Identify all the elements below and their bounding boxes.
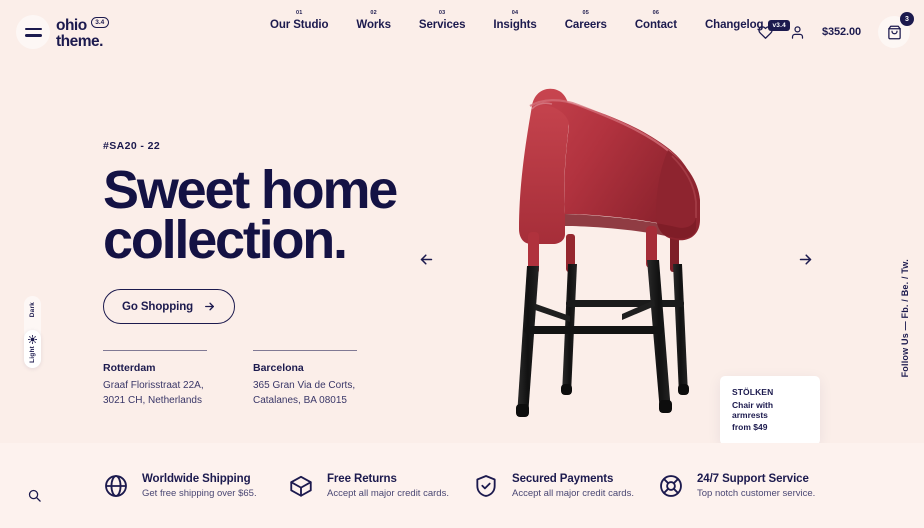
features-list: Worldwide Shipping Get free shipping ove… xyxy=(103,473,843,499)
product-description: Chair with armrests xyxy=(732,400,774,420)
feature-title: Secured Payments xyxy=(512,472,614,485)
carousel-next-button[interactable] xyxy=(791,245,819,273)
cart-total: $352.00 xyxy=(821,26,861,38)
feature-text: Worldwide Shipping Get free shipping ove… xyxy=(142,473,257,499)
nav-label: Services xyxy=(418,19,466,31)
nav-number: 06 xyxy=(652,10,660,16)
arrow-right-icon xyxy=(205,303,215,311)
nav-label: Careers xyxy=(564,19,607,31)
feature-text: Secured Payments Accept all major credit… xyxy=(512,473,634,499)
search-button[interactable] xyxy=(24,485,44,505)
theme-toggle[interactable]: Dark Light xyxy=(24,296,41,368)
feature-free-returns[interactable]: Free Returns Accept all major credit car… xyxy=(288,473,473,499)
address-line-2: Catalanes, BA 08015 xyxy=(253,395,347,407)
search-icon xyxy=(28,489,41,502)
hamburger-menu-button[interactable] xyxy=(16,15,50,49)
feature-worldwide-shipping[interactable]: Worldwide Shipping Get free shipping ove… xyxy=(103,473,288,499)
lifebuoy-icon xyxy=(658,473,684,499)
shopping-bag-icon xyxy=(887,25,901,39)
feature-subtitle: Accept all major credit cards. xyxy=(512,487,634,499)
logo-top-row: ohio 3.4 xyxy=(56,17,109,34)
page-root: ohio 3.4 theme. 01 Our Studio 02 Works 0… xyxy=(0,0,924,528)
store-addresses: Rotterdam Graaf Florisstraat 22A, 3021 C… xyxy=(103,350,396,409)
nav-item-careers[interactable]: 05 Careers xyxy=(551,10,621,31)
feature-text: 24/7 Support Service Top notch customer … xyxy=(697,473,815,499)
site-header: ohio 3.4 theme. 01 Our Studio 02 Works 0… xyxy=(0,0,924,64)
nav-item-contact[interactable]: 06 Contact xyxy=(621,10,691,31)
user-icon[interactable] xyxy=(790,25,805,40)
nav-label: Our Studio xyxy=(270,19,329,31)
nav-item-insights[interactable]: 04 Insights xyxy=(479,10,550,31)
address-city: Rotterdam xyxy=(103,362,156,375)
hamburger-icon-line-1 xyxy=(24,27,42,30)
nav-label: Insights xyxy=(493,19,537,31)
logo-version-badge: 3.4 xyxy=(90,17,109,29)
address-divider xyxy=(103,350,207,352)
arrow-left-icon xyxy=(420,253,432,265)
social-follow-links[interactable]: Follow Us — Fb. / Be. / Tw. xyxy=(900,259,910,377)
header-actions: $352.00 3 xyxy=(758,12,914,48)
feature-subtitle: Accept all major credit cards. xyxy=(327,487,449,499)
hero-headline-line-1: Sweet home xyxy=(103,160,398,220)
go-shopping-label: Go Shopping xyxy=(122,300,194,313)
carousel-prev-button[interactable] xyxy=(412,245,440,273)
nav-number: 01 xyxy=(295,10,303,16)
hero-headline: Sweet home collection. xyxy=(103,160,398,271)
address-line-1: 365 Gran Via de Corts, xyxy=(253,380,356,392)
feature-support-service[interactable]: 24/7 Support Service Top notch customer … xyxy=(658,473,843,499)
go-shopping-button[interactable]: Go Shopping xyxy=(103,289,236,325)
main-navigation: 01 Our Studio 02 Works 03 Services 04 In… xyxy=(256,10,790,31)
feature-subtitle: Top notch customer service. xyxy=(697,487,816,499)
theme-toggle-dark-label: Dark xyxy=(29,302,36,318)
hero-copy: #SA20 - 22 Sweet home collection. Go Sho… xyxy=(103,140,398,409)
hero-section: #SA20 - 22 Sweet home collection. Go Sho… xyxy=(0,64,924,445)
cart-button[interactable]: 3 xyxy=(878,12,914,48)
feature-title: Free Returns xyxy=(327,472,397,485)
feature-title: 24/7 Support Service xyxy=(697,472,809,485)
nav-item-services[interactable]: 03 Services xyxy=(405,10,480,31)
cart-count-badge: 3 xyxy=(900,12,914,26)
nav-number: 04 xyxy=(511,10,519,16)
logo[interactable]: ohio 3.4 theme. xyxy=(56,17,109,50)
shield-check-icon xyxy=(473,473,499,499)
logo-word-ohio: ohio xyxy=(56,17,87,34)
feature-secured-payments[interactable]: Secured Payments Accept all major credit… xyxy=(473,473,658,499)
nav-label: Changelog xyxy=(704,19,764,31)
product-info-card[interactable]: STÖLKEN Chair with armrests from $49 xyxy=(720,376,820,445)
theme-toggle-light-label: Light xyxy=(29,346,36,363)
sun-icon xyxy=(28,335,37,345)
hamburger-icon-line-2 xyxy=(24,34,42,37)
arrow-right-icon xyxy=(799,253,811,265)
address-line-2: 3021 CH, Netherlands xyxy=(103,395,202,407)
nav-number: 05 xyxy=(582,10,590,16)
nav-item-works[interactable]: 02 Works xyxy=(342,10,404,31)
heart-icon[interactable] xyxy=(758,25,773,40)
address-city: Barcelona xyxy=(253,362,304,375)
hero-sku: #SA20 - 22 xyxy=(103,140,161,152)
feature-title: Worldwide Shipping xyxy=(142,472,251,485)
feature-text: Free Returns Accept all major credit car… xyxy=(327,473,449,499)
address-rotterdam: Rotterdam Graaf Florisstraat 22A, 3021 C… xyxy=(103,350,207,409)
product-price: from $49 xyxy=(732,422,768,432)
nav-number: 02 xyxy=(370,10,377,16)
nav-label: Contact xyxy=(634,19,677,31)
globe-icon xyxy=(103,473,129,499)
hero-headline-line-2: collection. xyxy=(103,210,348,271)
product-name: STÖLKEN xyxy=(732,387,774,397)
address-divider xyxy=(253,350,357,352)
features-bar: Worldwide Shipping Get free shipping ove… xyxy=(0,443,924,528)
address-barcelona: Barcelona 365 Gran Via de Corts, Catalan… xyxy=(253,350,357,409)
theme-toggle-knob[interactable]: Light xyxy=(24,330,41,368)
nav-item-our-studio[interactable]: 01 Our Studio xyxy=(256,10,342,31)
address-line-1: Graaf Florisstraat 22A, xyxy=(103,380,204,392)
logo-word-theme: theme. xyxy=(56,32,103,50)
feature-subtitle: Get free shipping over $65. xyxy=(142,487,257,499)
nav-label: Works xyxy=(356,19,391,31)
box-icon xyxy=(288,473,314,499)
nav-number: 03 xyxy=(438,10,446,16)
